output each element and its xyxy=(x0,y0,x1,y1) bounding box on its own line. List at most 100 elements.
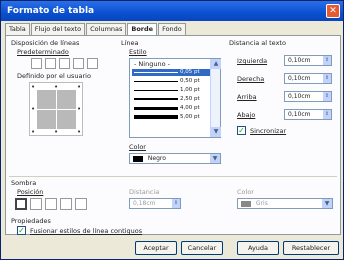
line-sample xyxy=(134,115,178,119)
cancel-button[interactable]: Cancelar xyxy=(181,241,223,255)
shadow-top-left[interactable] xyxy=(75,198,87,210)
corner-marker: • xyxy=(77,128,82,136)
line-sample xyxy=(134,90,178,91)
right-spacing-field[interactable]: 0,10cm ⇕ xyxy=(284,73,332,84)
shadow-bottom-left[interactable] xyxy=(60,198,72,210)
preset-none[interactable] xyxy=(31,58,42,69)
tab-columns[interactable]: Columnas xyxy=(86,23,127,35)
close-icon: ✕ xyxy=(329,6,337,16)
line-arrangement-heading: Disposición de líneas xyxy=(11,39,80,47)
preset-all[interactable] xyxy=(87,58,98,69)
bottom-label: Abajo xyxy=(237,111,256,119)
style-none-label: - Ninguno - xyxy=(134,60,170,68)
right-spacing-value: 0,10cm xyxy=(288,75,311,82)
list-item[interactable]: 2,50 pt xyxy=(132,96,210,103)
tab-background[interactable]: Fondo xyxy=(158,23,186,35)
list-item[interactable]: 4,00 pt xyxy=(132,105,210,112)
merge-styles-checkbox[interactable]: ✓ xyxy=(17,226,26,235)
cell-top-left xyxy=(37,90,56,109)
left-spacing-value: 0,10cm xyxy=(288,57,311,64)
merge-styles-label: Fusionar estilos de línea contiguos xyxy=(30,227,143,235)
preset-outer-horizontal-inner[interactable] xyxy=(73,58,84,69)
cell-bottom-right xyxy=(57,110,76,129)
line-sample xyxy=(134,98,178,100)
tab-strip: Tabla Flujo del texto Columnas Borde Fon… xyxy=(5,23,187,36)
style-weight: 2,50 pt xyxy=(180,96,200,102)
reset-button[interactable]: Restablecer xyxy=(283,241,339,255)
spin-icon[interactable]: ⇕ xyxy=(323,56,331,65)
cell-bottom-left xyxy=(37,110,56,129)
corner-marker: • xyxy=(77,83,82,91)
cell-top-right xyxy=(57,90,76,109)
dialog-window: Formato de tabla ✕ Tabla Flujo del texto… xyxy=(0,0,344,260)
line-color-select[interactable]: Negro ▼ xyxy=(129,153,221,164)
top-spacing-field[interactable]: 0,10cm ⇕ xyxy=(284,91,332,102)
close-button[interactable]: ✕ xyxy=(326,4,340,18)
color-swatch xyxy=(133,155,143,162)
user-defined-label: Definido por el usuario xyxy=(17,72,91,80)
list-item[interactable]: 1,00 pt xyxy=(132,87,210,94)
edge-marker: • xyxy=(54,83,59,91)
shadow-distance-field[interactable]: 0,18cm ⇕ xyxy=(129,198,181,209)
list-item[interactable]: 5,00 pt xyxy=(132,114,210,121)
spin-icon[interactable]: ⇕ xyxy=(323,92,331,101)
default-label: Predeterminado xyxy=(17,48,69,56)
right-label: Derecha xyxy=(237,75,265,83)
sync-label: Sincronizar xyxy=(250,127,287,135)
edge-marker: • xyxy=(77,105,82,113)
user-defined-border-box[interactable]: • • • • • • • • xyxy=(29,82,83,136)
properties-heading: Propiedades xyxy=(11,217,51,225)
ok-button[interactable]: Aceptar xyxy=(135,241,177,255)
left-spacing-field[interactable]: 0,10cm ⇕ xyxy=(284,55,332,66)
top-label: Arriba xyxy=(237,93,257,101)
chevron-down-icon[interactable]: ▼ xyxy=(210,154,220,163)
bottom-spacing-field[interactable]: 0,10cm ⇕ xyxy=(284,109,332,120)
list-item[interactable]: 0,05 pt xyxy=(132,69,210,76)
shadow-heading: Sombra xyxy=(11,179,37,187)
list-item[interactable]: 0,50 pt xyxy=(132,78,210,85)
scroll-up-icon[interactable]: ▲ xyxy=(211,59,221,69)
chevron-down-icon[interactable]: ▼ xyxy=(322,199,332,208)
tab-text-flow[interactable]: Flujo del texto xyxy=(30,23,86,35)
list-item[interactable]: - Ninguno - xyxy=(132,60,210,68)
line-sample xyxy=(134,107,178,110)
line-color-label: Color xyxy=(129,143,146,151)
line-heading: Línea xyxy=(121,39,139,47)
line-style-list[interactable]: - Ninguno - 0,05 pt 0,50 pt 1,00 pt 2,50… xyxy=(129,58,221,138)
divider xyxy=(9,176,337,177)
title-bar: Formato de tabla ✕ xyxy=(1,1,343,21)
corner-marker: • xyxy=(31,128,36,136)
spin-icon[interactable]: ⇕ xyxy=(172,199,180,208)
spin-icon[interactable]: ⇕ xyxy=(323,74,331,83)
shadow-distance-value: 0,18cm xyxy=(133,200,156,207)
preset-row xyxy=(31,58,98,69)
tab-table[interactable]: Tabla xyxy=(5,23,30,35)
scroll-down-icon[interactable]: ▼ xyxy=(211,127,221,137)
preset-outer[interactable] xyxy=(45,58,56,69)
line-sample xyxy=(134,81,178,82)
sync-checkbox[interactable]: ✓ xyxy=(237,126,246,135)
shadow-color-value: Gris xyxy=(255,200,268,207)
shadow-none[interactable] xyxy=(15,198,27,210)
spin-icon[interactable]: ⇕ xyxy=(323,110,331,119)
style-weight: 0,05 pt xyxy=(180,69,200,75)
style-weight: 5,00 pt xyxy=(180,114,200,120)
shadow-distance-label: Distancia xyxy=(129,188,160,196)
shadow-position-row xyxy=(15,198,87,210)
list-scrollbar[interactable]: ▲ ▼ xyxy=(210,59,221,137)
shadow-bottom-right[interactable] xyxy=(30,198,42,210)
line-color-value: Negro xyxy=(147,155,166,162)
preset-outer-horizontal[interactable] xyxy=(59,58,70,69)
dialog-title: Formato de tabla xyxy=(7,6,95,16)
line-sample xyxy=(134,72,178,73)
spacing-heading: Distancia al texto xyxy=(229,39,286,47)
shadow-color-select[interactable]: Gris ▼ xyxy=(237,198,333,209)
bottom-spacing-value: 0,10cm xyxy=(288,111,311,118)
style-weight: 0,50 pt xyxy=(180,78,200,84)
shadow-color-label: Color xyxy=(237,188,254,196)
edge-marker: • xyxy=(31,105,36,113)
shadow-top-right[interactable] xyxy=(45,198,57,210)
corner-marker: • xyxy=(31,83,36,91)
color-swatch xyxy=(241,200,251,207)
help-button[interactable]: Ayuda xyxy=(237,241,279,255)
